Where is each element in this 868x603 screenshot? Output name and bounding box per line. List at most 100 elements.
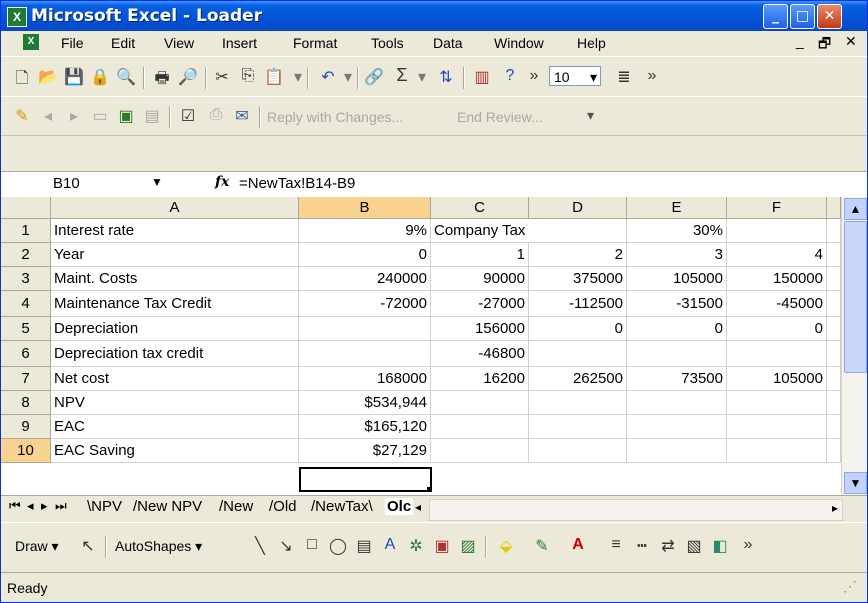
cell-b9[interactable]: $165,120 bbox=[299, 415, 431, 439]
wordart-icon[interactable]: A bbox=[379, 536, 401, 554]
cell-d4[interactable]: -112500 bbox=[529, 291, 627, 317]
cell-e1[interactable]: 30% bbox=[627, 219, 727, 243]
column-header-c[interactable]: C bbox=[431, 197, 529, 219]
cell-g7[interactable] bbox=[827, 367, 841, 391]
excel-app-icon[interactable]: X bbox=[7, 7, 27, 27]
cell-b7[interactable]: 168000 bbox=[299, 367, 431, 391]
cell-b1[interactable]: 9% bbox=[299, 219, 431, 243]
cell-a7[interactable]: Net cost bbox=[51, 367, 299, 391]
menu-file[interactable]: File bbox=[61, 35, 84, 51]
cell-b8[interactable]: $534,944 bbox=[299, 391, 431, 415]
autoshapes-menu-button[interactable]: AutoShapes ▾ bbox=[115, 538, 202, 555]
cell-a10[interactable]: EAC Saving bbox=[51, 439, 299, 463]
row-header[interactable]: 8 bbox=[1, 391, 51, 415]
prev-sheet-button[interactable]: ◂ bbox=[27, 498, 34, 514]
column-header-d[interactable]: D bbox=[529, 197, 627, 219]
show-all-comments-icon[interactable]: ▣ bbox=[115, 106, 137, 126]
cell-a2[interactable]: Year bbox=[51, 243, 299, 267]
column-header-a[interactable]: A bbox=[51, 197, 299, 219]
resize-grip-icon[interactable]: ⋰ bbox=[843, 578, 857, 595]
oval-icon[interactable]: ◯ bbox=[327, 536, 349, 556]
cell-f7[interactable]: 105000 bbox=[727, 367, 827, 391]
sheet-tab-active[interactable]: Olc bbox=[385, 498, 414, 515]
arrow-style-icon[interactable]: ⇄ bbox=[657, 536, 679, 556]
menu-insert[interactable]: Insert bbox=[222, 35, 257, 51]
menu-help[interactable]: Help bbox=[577, 35, 606, 51]
show-comment-icon[interactable]: ▭ bbox=[89, 106, 111, 126]
cell-b2[interactable]: 0 bbox=[299, 243, 431, 267]
dash-style-icon[interactable]: ┅ bbox=[631, 536, 653, 556]
shadow-style-icon[interactable]: ▧ bbox=[683, 536, 705, 556]
formula-input[interactable]: =NewTax!B14-B9 bbox=[239, 175, 355, 192]
last-sheet-button[interactable]: ⏭ bbox=[55, 498, 67, 514]
cell-d3[interactable]: 375000 bbox=[529, 267, 627, 291]
tab-scroll-left-icon[interactable]: ◂ bbox=[415, 500, 421, 514]
cell-e2[interactable]: 3 bbox=[627, 243, 727, 267]
cell-f5[interactable]: 0 bbox=[727, 317, 827, 341]
cell-b6[interactable] bbox=[299, 341, 431, 367]
cell-c9[interactable] bbox=[431, 415, 529, 439]
end-review-button[interactable]: End Review... bbox=[457, 109, 543, 125]
cell-b3[interactable]: 240000 bbox=[299, 267, 431, 291]
cell-a9[interactable]: EAC bbox=[51, 415, 299, 439]
cell-e8[interactable] bbox=[627, 391, 727, 415]
scroll-right-icon[interactable]: ▸ bbox=[832, 501, 838, 515]
undo-dropdown-icon[interactable]: ▾ bbox=[337, 67, 359, 87]
new-icon[interactable]: 🗋 bbox=[11, 67, 33, 94]
draw-menu-button[interactable]: Draw ▾ bbox=[15, 538, 59, 555]
cell-e5[interactable]: 0 bbox=[627, 317, 727, 341]
menu-format[interactable]: Format bbox=[293, 35, 337, 51]
align-icon[interactable]: ≣ bbox=[613, 67, 635, 87]
cell-e3[interactable]: 105000 bbox=[627, 267, 727, 291]
rectangle-icon[interactable]: □ bbox=[301, 536, 323, 554]
copy-icon[interactable]: ⎘ bbox=[237, 67, 259, 85]
cell-a5[interactable]: Depreciation bbox=[51, 317, 299, 341]
line-icon[interactable]: ╲ bbox=[249, 536, 271, 556]
sheet-tab-new-npv[interactable]: /New NPV bbox=[133, 498, 202, 515]
cell-c10[interactable] bbox=[431, 439, 529, 463]
cell-d7[interactable]: 262500 bbox=[529, 367, 627, 391]
cell-c3[interactable]: 90000 bbox=[431, 267, 529, 291]
cell-a4[interactable]: Maintenance Tax Credit bbox=[51, 291, 299, 317]
column-header-g[interactable] bbox=[827, 197, 841, 219]
sheet-tab-new[interactable]: /New bbox=[219, 498, 253, 515]
cell-e4[interactable]: -31500 bbox=[627, 291, 727, 317]
cell-c1[interactable]: Company Tax bbox=[431, 219, 529, 243]
cell-g4[interactable] bbox=[827, 291, 841, 317]
cell-f4[interactable]: -45000 bbox=[727, 291, 827, 317]
column-header-b[interactable]: B bbox=[299, 197, 431, 219]
3d-style-icon[interactable]: ◧ bbox=[709, 536, 731, 556]
row-header[interactable]: 3 bbox=[1, 267, 51, 291]
cell-c4[interactable]: -27000 bbox=[431, 291, 529, 317]
cell-e7[interactable]: 73500 bbox=[627, 367, 727, 391]
cell-f10[interactable] bbox=[727, 439, 827, 463]
horizontal-scrollbar[interactable]: ▸ bbox=[429, 499, 843, 521]
row-header[interactable]: 6 bbox=[1, 341, 51, 367]
cell-g1[interactable] bbox=[827, 219, 841, 243]
scroll-thumb[interactable] bbox=[844, 221, 867, 373]
cell-g9[interactable] bbox=[827, 415, 841, 439]
sort-ascending-icon[interactable]: ⇅ bbox=[435, 67, 457, 87]
cell-d2[interactable]: 2 bbox=[529, 243, 627, 267]
cell-g8[interactable] bbox=[827, 391, 841, 415]
row-header[interactable]: 5 bbox=[1, 317, 51, 341]
row-header[interactable]: 10 bbox=[1, 439, 51, 463]
workbook-restore-button[interactable]: 🗗 bbox=[818, 33, 831, 57]
text-box-icon[interactable]: ▤ bbox=[353, 536, 375, 556]
picture-icon[interactable]: ▨ bbox=[457, 536, 479, 556]
menu-data[interactable]: Data bbox=[433, 35, 463, 51]
help-icon[interactable]: ? bbox=[499, 67, 521, 85]
update-file-icon[interactable]: ⎙ bbox=[205, 106, 227, 124]
menu-view[interactable]: View bbox=[164, 35, 194, 51]
chart-wizard-icon[interactable]: ▥ bbox=[471, 67, 493, 87]
title-bar[interactable]: X Microsoft Excel - Loader _ □ ✕ bbox=[1, 1, 867, 31]
workbook-close-button[interactable]: ✕ bbox=[845, 33, 857, 50]
next-sheet-button[interactable]: ▸ bbox=[41, 498, 48, 514]
menu-window[interactable]: Window bbox=[494, 35, 544, 51]
chevron-down-icon[interactable]: ▾ bbox=[587, 107, 594, 124]
close-button[interactable]: ✕ bbox=[817, 4, 842, 29]
cell-d8[interactable] bbox=[529, 391, 627, 415]
cell-f6[interactable] bbox=[727, 341, 827, 367]
row-header[interactable]: 2 bbox=[1, 243, 51, 267]
cell-c8[interactable] bbox=[431, 391, 529, 415]
